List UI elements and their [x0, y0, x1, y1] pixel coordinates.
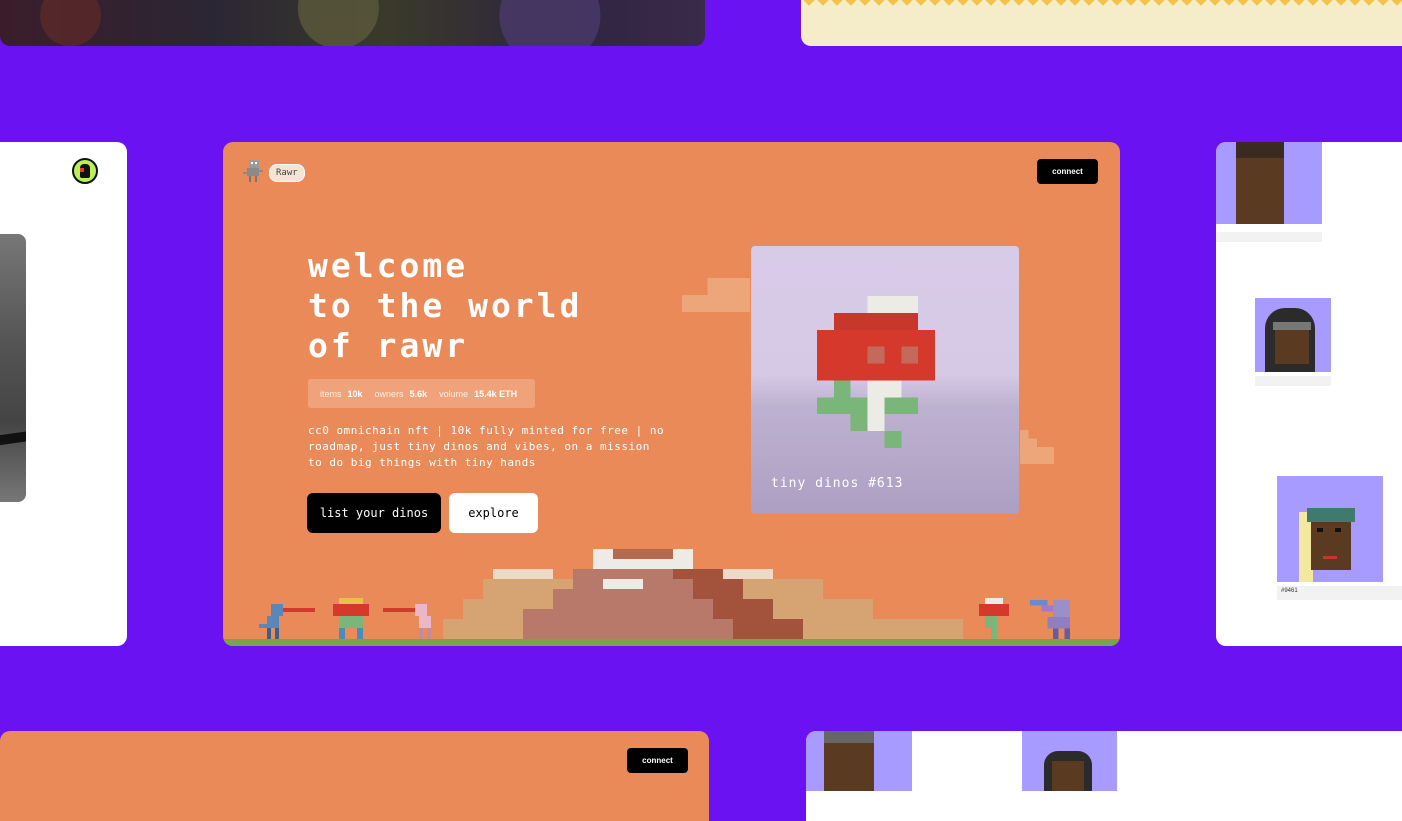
stat-value: 10k	[347, 388, 363, 399]
stat-value: 5.6k	[409, 388, 428, 399]
dino-character-icon	[333, 598, 369, 640]
bottom-right-preview-card	[806, 731, 1402, 821]
flower-dino-icon	[817, 296, 935, 448]
pixel-mountains	[443, 549, 963, 639]
list-dinos-button[interactable]: list your dinos	[307, 493, 441, 533]
stat-label: items	[320, 388, 342, 399]
dino-character-icon	[259, 604, 315, 640]
nft-thumbnail[interactable]	[1216, 142, 1322, 224]
hero-title-line: to the world	[308, 286, 583, 325]
right-preview-card: #9461	[1216, 142, 1402, 646]
featured-nft-card[interactable]: tiny dinos #613	[751, 246, 1019, 514]
avatar-icon[interactable]	[72, 158, 98, 184]
brand-name-badge[interactable]: Rawr	[269, 164, 305, 182]
dino-logo-icon[interactable]	[243, 160, 265, 182]
ground-strip	[223, 639, 1120, 646]
nft-thumbnail[interactable]	[1277, 476, 1383, 582]
thumbnail-caption-strip	[1255, 376, 1331, 386]
collection-stats: items 10k owners 5.6k volume 15.4k ETH	[308, 379, 536, 408]
bottom-connect-button[interactable]: connect	[627, 748, 688, 773]
hero-description: cc0 omnichain nft | 10k fully minted for…	[308, 424, 665, 469]
hero-title: welcome to the world of rawr	[308, 246, 668, 366]
hero-title-line: of rawr	[308, 326, 469, 365]
stat-value: 15.4k ETH	[474, 388, 518, 399]
thumbnail-caption-strip	[1216, 232, 1322, 242]
main-window: Rawr connect welcome to the world of raw…	[223, 142, 1120, 646]
stat-label: owners	[374, 388, 404, 399]
nft-thumbnail[interactable]	[1255, 298, 1331, 372]
explore-button[interactable]: explore	[449, 493, 538, 533]
dino-character-icon	[383, 604, 431, 640]
connect-button[interactable]: connect	[1037, 159, 1098, 184]
bottom-preview-window	[0, 731, 709, 821]
nft-caption: tiny dinos #613	[771, 476, 904, 491]
pixel-cloud-icon	[1020, 430, 1054, 464]
top-right-preview-card	[801, 0, 1402, 46]
zigzag-border	[801, 0, 1402, 10]
nft-thumbnail[interactable]	[1022, 731, 1117, 791]
left-preview-card	[0, 142, 127, 646]
nft-thumbnail[interactable]	[806, 731, 912, 791]
nft-id-label: #9461	[1281, 588, 1298, 594]
top-left-preview-card	[0, 0, 705, 46]
dino-character-icon	[1030, 600, 1071, 640]
hero-title-line: welcome	[308, 246, 469, 285]
dino-character-icon	[979, 598, 1009, 640]
stat-label: volume	[439, 388, 469, 399]
pixel-cloud-icon	[682, 278, 750, 312]
preview-photo	[0, 234, 26, 502]
